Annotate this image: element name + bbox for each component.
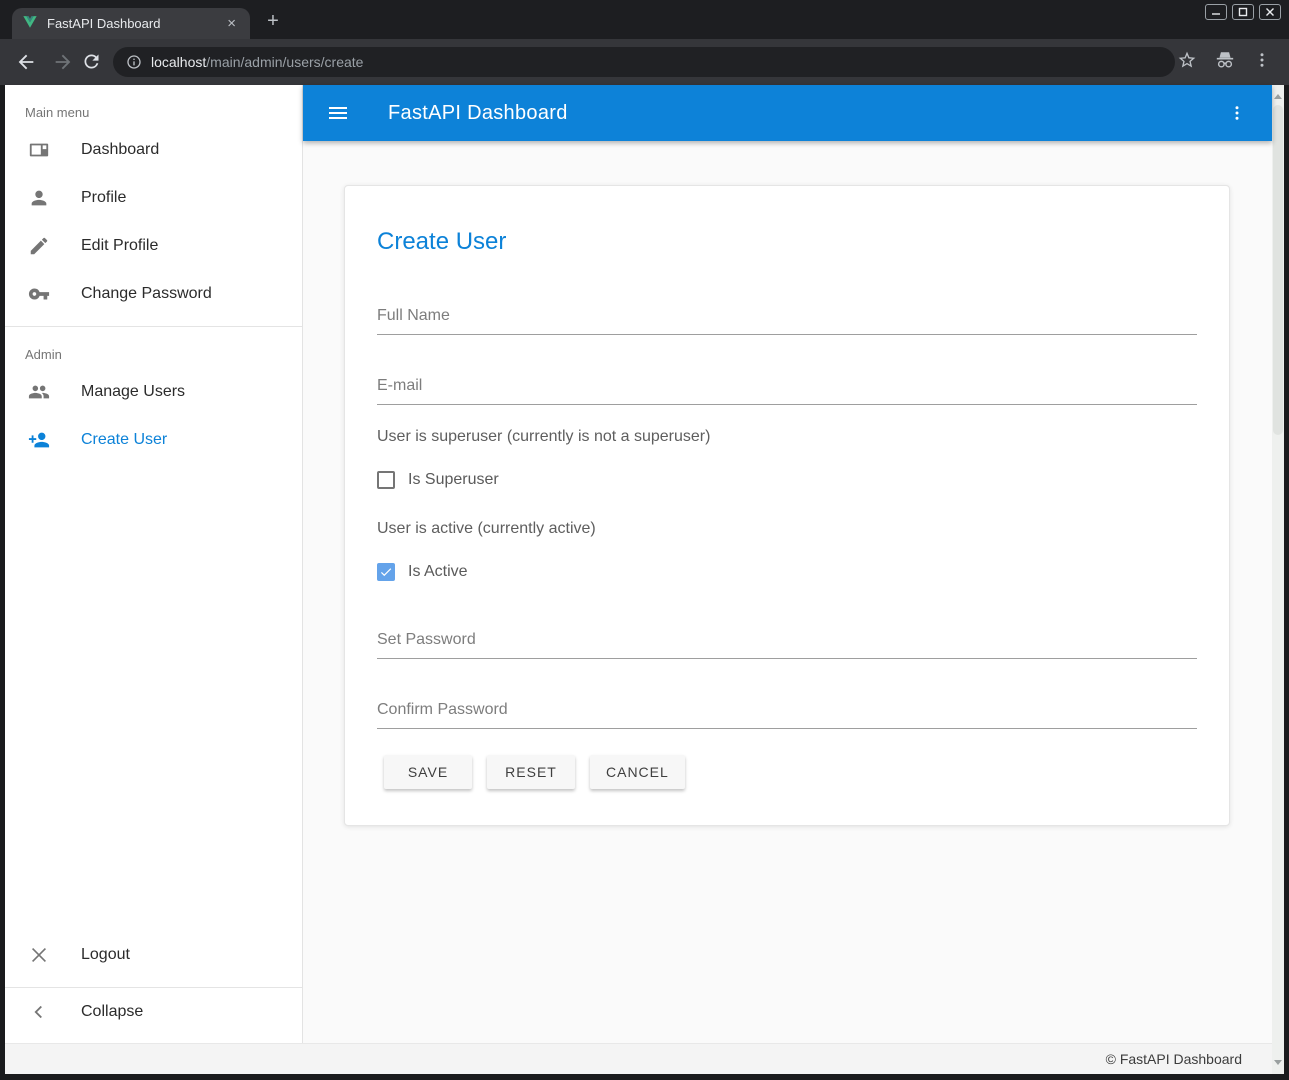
form-buttons: SAVE RESET CANCEL	[384, 755, 1197, 789]
sidebar-spacer	[5, 464, 302, 931]
sidebar-section-admin: Admin	[5, 327, 302, 368]
sidebar-item-label: Create User	[81, 431, 167, 449]
sidebar-item-profile[interactable]: Profile	[5, 174, 302, 222]
page-scrollbar[interactable]	[1272, 85, 1284, 1074]
sidebar-item-label: Dashboard	[81, 141, 159, 159]
sidebar-item-collapse[interactable]: Collapse	[5, 988, 302, 1036]
scrollbar-up-icon[interactable]	[1274, 94, 1282, 99]
confirm-password-input[interactable]	[377, 701, 1197, 729]
active-checkbox-label: Is Active	[408, 563, 468, 581]
sidebar-item-dashboard[interactable]: Dashboard	[5, 126, 302, 174]
full-name-input[interactable]	[377, 307, 1197, 335]
person-icon	[28, 187, 50, 209]
dashboard-icon	[28, 139, 50, 161]
superuser-checkbox-label: Is Superuser	[408, 471, 499, 489]
sidebar-item-label: Change Password	[81, 285, 212, 303]
active-checkbox-row[interactable]: Is Active	[377, 563, 1197, 581]
page-footer: © FastAPI Dashboard	[5, 1043, 1272, 1074]
close-window-button[interactable]	[1259, 4, 1281, 20]
site-info-icon[interactable]	[126, 54, 142, 70]
superuser-note: User is superuser (currently is not a su…	[377, 428, 1197, 446]
appbar-title: FastAPI Dashboard	[388, 102, 568, 125]
bookmark-star-icon[interactable]	[1177, 50, 1197, 70]
chevron-left-icon	[28, 1001, 50, 1023]
browser-tab-strip: FastAPI Dashboard × +	[0, 0, 1289, 39]
tab-close-icon[interactable]: ×	[223, 14, 240, 33]
vue-favicon-icon	[22, 16, 38, 31]
reload-icon[interactable]	[81, 51, 103, 73]
reset-button[interactable]: RESET	[487, 755, 575, 789]
sidebar-item-change-password[interactable]: Change Password	[5, 270, 302, 318]
appbar-menu-dots-icon[interactable]	[1217, 93, 1257, 133]
email-input[interactable]	[377, 377, 1197, 405]
sidebar-item-label: Manage Users	[81, 383, 185, 401]
active-note: User is active (currently active)	[377, 520, 1197, 538]
sidebar-section-main-menu: Main menu	[5, 85, 302, 126]
sidebar-item-label: Collapse	[81, 1003, 143, 1021]
address-bar[interactable]: localhost/main/admin/users/create	[113, 47, 1175, 77]
person-add-icon	[28, 429, 50, 451]
sidebar: Main menu Dashboard Profile Edit Profile…	[5, 85, 303, 1043]
sidebar-item-label: Logout	[81, 946, 130, 964]
scrollbar-down-icon[interactable]	[1274, 1060, 1282, 1065]
sidebar-item-label: Profile	[81, 189, 126, 207]
forward-icon[interactable]	[52, 51, 74, 73]
sidebar-item-edit-profile[interactable]: Edit Profile	[5, 222, 302, 270]
maximize-button[interactable]	[1232, 4, 1254, 20]
sidebar-item-logout[interactable]: Logout	[5, 931, 302, 979]
minimize-button[interactable]	[1205, 4, 1227, 20]
browser-tab[interactable]: FastAPI Dashboard ×	[12, 8, 250, 39]
sidebar-item-label: Edit Profile	[81, 237, 158, 255]
pencil-icon	[28, 235, 50, 257]
url-host: localhost	[151, 54, 206, 70]
sidebar-item-manage-users[interactable]: Manage Users	[5, 368, 302, 416]
set-password-input[interactable]	[377, 631, 1197, 659]
hamburger-menu-icon[interactable]	[318, 93, 358, 133]
app-bar: FastAPI Dashboard	[303, 85, 1272, 141]
scrollbar-thumb[interactable]	[1273, 105, 1283, 435]
browser-menu-icon[interactable]	[1253, 51, 1271, 69]
back-icon[interactable]	[15, 51, 37, 73]
tab-title: FastAPI Dashboard	[47, 16, 223, 31]
create-user-card: Create User User is superuser (currently…	[344, 185, 1230, 826]
superuser-checkbox[interactable]	[377, 471, 395, 489]
incognito-icon	[1214, 50, 1236, 70]
browser-toolbar: localhost/main/admin/users/create	[0, 39, 1289, 85]
active-checkbox[interactable]	[377, 563, 395, 581]
main-area: FastAPI Dashboard Create User User is su…	[303, 85, 1272, 1043]
save-button[interactable]: SAVE	[384, 755, 472, 789]
new-tab-button[interactable]: +	[262, 11, 284, 33]
key-icon	[28, 283, 50, 305]
superuser-checkbox-row[interactable]: Is Superuser	[377, 471, 1197, 489]
cancel-button[interactable]: CANCEL	[590, 755, 685, 789]
window-controls	[1205, 4, 1281, 20]
url-text: localhost/main/admin/users/create	[151, 54, 363, 70]
footer-copyright: © FastAPI Dashboard	[1106, 1051, 1242, 1067]
page-title: Create User	[377, 228, 1197, 256]
sidebar-item-create-user[interactable]: Create User	[5, 416, 302, 464]
people-icon	[28, 381, 50, 403]
url-path: /main/admin/users/create	[206, 54, 363, 70]
close-x-icon	[28, 944, 50, 966]
